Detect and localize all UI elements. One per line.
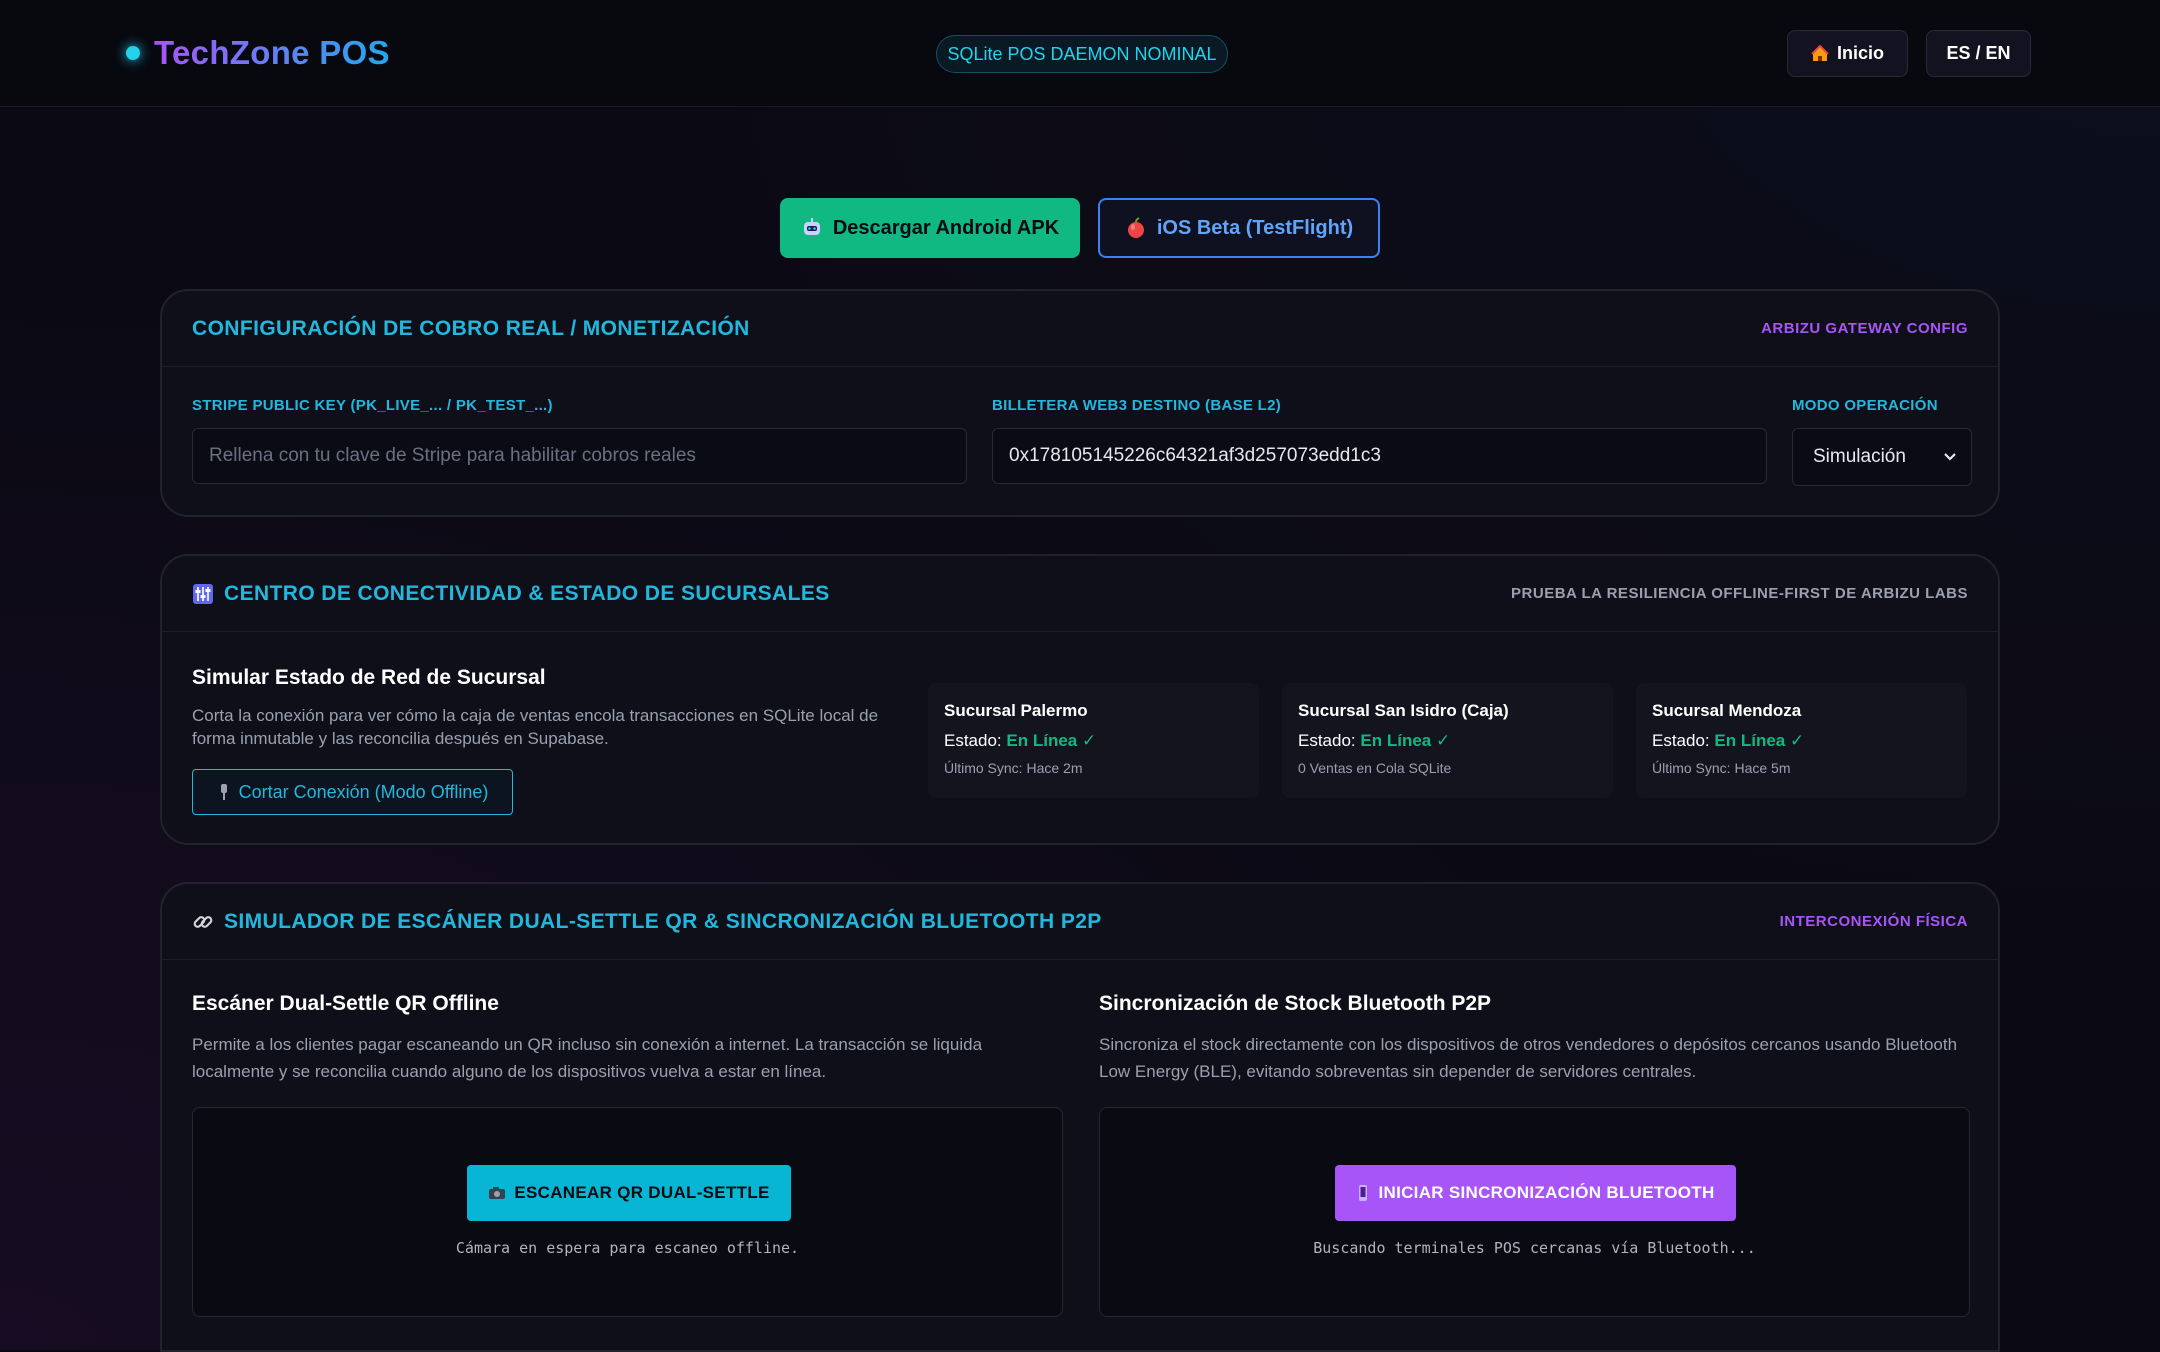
connectivity-panel-header: CENTRO DE CONECTIVIDAD & ESTADO DE SUCUR… (162, 556, 1998, 632)
home-button-label: Inicio (1836, 43, 1884, 63)
start-bluetooth-sync-label: INICIAR SINCRONIZACIÓN BLUETOOTH (1378, 1183, 1715, 1202)
branch-status: Estado: En Línea ✓ (1298, 731, 1597, 751)
status-dot-icon (126, 46, 140, 60)
connectivity-panel-tag: PRUEBA LA RESILIENCIA OFFLINE-FIRST DE A… (1511, 585, 1968, 602)
chevron-down-icon (1943, 452, 1957, 462)
download-android-button[interactable]: Descargar Android APK (780, 198, 1080, 258)
home-button[interactable]: Inicio (1787, 30, 1908, 77)
cut-connection-button[interactable]: Cortar Conexión (Modo Offline) (192, 769, 513, 815)
connectivity-panel-title-wrap: CENTRO DE CONECTIVIDAD & ESTADO DE SUCUR… (192, 582, 830, 606)
branch-name: Sucursal Palermo (944, 701, 1088, 720)
ios-beta-label: iOS Beta (TestFlight) (1156, 216, 1354, 239)
wallet-input[interactable]: 0x178105145226c64321af3d257073edd1c3 (992, 428, 1767, 484)
branch-card-san-isidro: Sucursal San Isidro (Caja) Estado: En Lí… (1282, 683, 1613, 798)
branch-sync-meta: Último Sync: Hace 2m (944, 760, 1083, 776)
branch-status-prefix: Estado: (1652, 731, 1710, 750)
qr-camera-status: Cámara en espera para escaneo offline. (455, 1239, 800, 1257)
qr-scanner-area: ESCANEAR QR DUAL-SETTLE Cámara en espera… (192, 1107, 1063, 1317)
branch-status-value: En Línea ✓ (1360, 731, 1451, 750)
connectivity-panel-title: CENTRO DE CONECTIVIDAD & ESTADO DE SUCUR… (224, 581, 830, 605)
bluetooth-search-status: Buscando terminales POS cercanas vía Blu… (1313, 1239, 1756, 1257)
connectivity-panel: CENTRO DE CONECTIVIDAD & ESTADO DE SUCUR… (160, 554, 2000, 845)
apple-icon (1125, 217, 1147, 239)
cut-connection-label: Cortar Conexión (Modo Offline) (238, 781, 489, 802)
scanner-panel-header: SIMULADOR DE ESCÁNER DUAL-SETTLE QR & SI… (162, 884, 1998, 960)
scan-qr-button[interactable]: ESCANEAR QR DUAL-SETTLE (467, 1165, 791, 1221)
billing-config-panel: CONFIGURACIÓN DE COBRO REAL / MONETIZACI… (160, 289, 2000, 517)
brand-logo[interactable]: TechZone POS (126, 34, 390, 72)
camera-icon (488, 1186, 506, 1200)
branch-queue-meta: 0 Ventas en Cola SQLite (1298, 760, 1452, 776)
simulate-network-description: Corta la conexión para ver cómo la caja … (192, 706, 879, 748)
branch-name: Sucursal San Isidro (Caja) (1298, 701, 1509, 720)
branch-status-value: En Línea ✓ (1714, 731, 1805, 750)
control-knobs-icon (192, 583, 214, 605)
wallet-label: BILLETERA WEB3 DESTINO (BASE L2) (992, 397, 1282, 414)
branch-status-prefix: Estado: (944, 731, 1002, 750)
link-icon (192, 911, 214, 933)
branch-status-prefix: Estado: (1298, 731, 1356, 750)
branch-name: Sucursal Mendoza (1652, 701, 1802, 720)
branch-status: Estado: En Línea ✓ (944, 731, 1243, 751)
phone-signal-icon (1356, 1184, 1370, 1202)
scanner-panel-title: SIMULADOR DE ESCÁNER DUAL-SETTLE QR & SI… (224, 909, 1102, 933)
wallet-field: BILLETERA WEB3 DESTINO (BASE L2) 0x17810… (992, 397, 1767, 484)
stripe-key-input[interactable]: Rellena con tu clave de Stripe para habi… (192, 428, 967, 484)
bluetooth-sync-title: Sincronización de Stock Bluetooth P2P (1099, 992, 1492, 1015)
language-toggle-button[interactable]: ES / EN (1926, 30, 2031, 77)
daemon-status-badge: SQLite POS DAEMON NOMINAL (936, 35, 1228, 73)
download-android-label: Descargar Android APK (832, 216, 1060, 239)
simulate-network-title: Simular Estado de Red de Sucursal (192, 666, 546, 689)
billing-panel-title: CONFIGURACIÓN DE COBRO REAL / MONETIZACI… (192, 316, 750, 340)
scanner-panel-title-wrap: SIMULADOR DE ESCÁNER DUAL-SETTLE QR & SI… (192, 910, 1102, 934)
bluetooth-sync-area: INICIAR SINCRONIZACIÓN BLUETOOTH Buscand… (1099, 1107, 1970, 1317)
operation-mode-value: Simulación (1813, 446, 1906, 467)
qr-scanner-description: Permite a los clientes pagar escaneando … (192, 1035, 983, 1081)
operation-mode-label: MODO OPERACIÓN (1792, 397, 1938, 414)
operation-mode-select[interactable]: Simulación (1792, 428, 1972, 486)
operation-mode-field: MODO OPERACIÓN Simulación (1792, 397, 1972, 486)
stripe-key-field: STRIPE PUBLIC KEY (PK_LIVE_... / PK_TEST… (192, 397, 967, 484)
house-icon (1811, 44, 1829, 63)
start-bluetooth-sync-button[interactable]: INICIAR SINCRONIZACIÓN BLUETOOTH (1335, 1165, 1736, 1221)
brand-name: TechZone POS (154, 34, 390, 71)
stripe-key-placeholder: Rellena con tu clave de Stripe para habi… (209, 445, 696, 466)
billing-panel-tag: ARBIZU GATEWAY CONFIG (1761, 320, 1968, 337)
scanner-panel-tag: INTERCONEXIÓN FÍSICA (1779, 913, 1968, 930)
branch-status: Estado: En Línea ✓ (1652, 731, 1951, 751)
billing-panel-header: CONFIGURACIÓN DE COBRO REAL / MONETIZACI… (162, 291, 1998, 367)
stripe-key-label: STRIPE PUBLIC KEY (PK_LIVE_... / PK_TEST… (192, 397, 553, 414)
robot-icon (801, 217, 823, 239)
top-navbar: TechZone POS SQLite POS DAEMON NOMINAL I… (0, 0, 2160, 107)
scan-qr-label: ESCANEAR QR DUAL-SETTLE (514, 1183, 770, 1202)
branch-sync-meta: Último Sync: Hace 5m (1652, 760, 1791, 776)
branch-card-mendoza: Sucursal Mendoza Estado: En Línea ✓ Últi… (1636, 683, 1967, 798)
bluetooth-sync-description: Sincroniza el stock directamente con los… (1099, 1035, 1958, 1081)
unplugged-icon (217, 783, 231, 801)
ios-beta-button[interactable]: iOS Beta (TestFlight) (1098, 198, 1380, 258)
qr-scanner-title: Escáner Dual-Settle QR Offline (192, 992, 499, 1015)
branch-status-value: En Línea ✓ (1006, 731, 1097, 750)
branch-card-palermo: Sucursal Palermo Estado: En Línea ✓ Últi… (928, 683, 1259, 798)
scanner-bluetooth-panel: SIMULADOR DE ESCÁNER DUAL-SETTLE QR & SI… (160, 882, 2000, 1352)
